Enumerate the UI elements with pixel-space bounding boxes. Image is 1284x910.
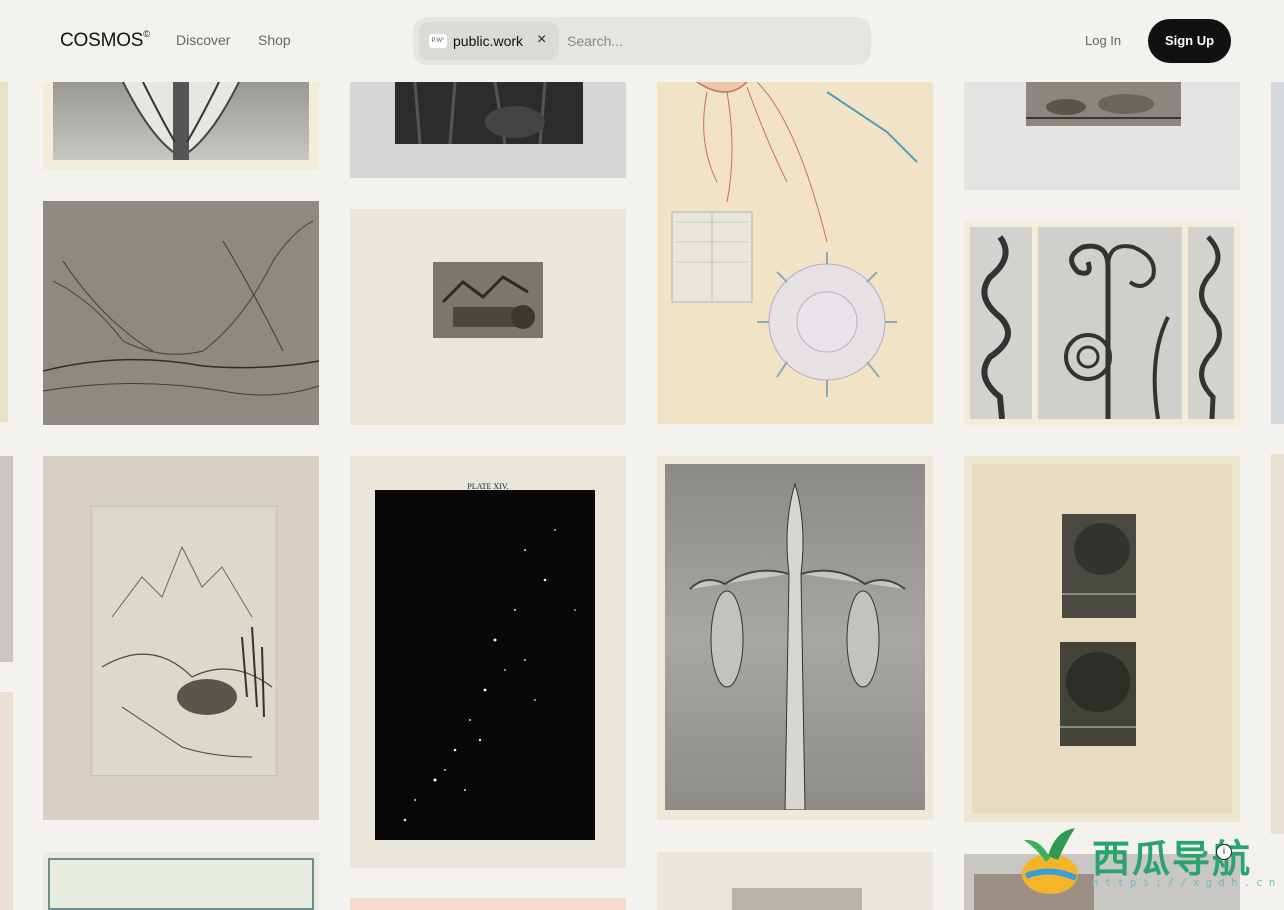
close-icon[interactable]: ×	[537, 31, 546, 49]
spiral-center-image	[1064, 243, 1170, 420]
cosmos-logo[interactable]: COSMOS©	[60, 29, 150, 52]
watermelon-logo-icon	[1022, 828, 1078, 894]
jellyfish-image	[671, 82, 918, 397]
bud-image	[689, 482, 906, 811]
artwork-card[interactable]	[43, 852, 319, 910]
nav-discover[interactable]: Discover	[176, 32, 230, 48]
bulb-image	[122, 82, 240, 160]
artwork-jellyfish-illustration[interactable]	[657, 82, 933, 424]
star-field-image	[403, 529, 576, 822]
forest-image	[413, 82, 547, 145]
artwork-star-plate[interactable]: PLATE XIV.	[350, 456, 626, 868]
spiral-right-image	[1199, 235, 1222, 420]
artwork-landscape-etching-small[interactable]	[964, 82, 1240, 190]
artwork-ruins-etching[interactable]	[350, 209, 626, 425]
artwork-plant-bud-photo[interactable]	[657, 456, 933, 820]
artwork-forest-etching[interactable]	[350, 82, 626, 178]
login-link[interactable]: Log In	[1085, 33, 1121, 48]
ruins-image	[433, 262, 543, 338]
spiral-left-image	[981, 235, 1011, 420]
nav-shop[interactable]: Shop	[258, 32, 291, 48]
watermark-url: https://xgdh.cn	[1092, 876, 1282, 889]
watermark-overlay: 西瓜导航 https://xgdh.cn i	[1020, 822, 1275, 902]
artwork-card[interactable]	[1271, 454, 1284, 834]
plate-caption: PLATE XIV.	[467, 482, 509, 491]
artwork-botanical-bulb-photo[interactable]	[43, 82, 319, 170]
public-work-icon: P.W°	[429, 34, 447, 48]
landscape-etching-bottom	[1060, 642, 1136, 746]
search-bar[interactable]: P.W° public.work ×	[413, 17, 871, 65]
landscape-small-image	[1026, 94, 1181, 119]
top-header: COSMOS© Discover Shop P.W° public.work ×…	[0, 0, 1284, 82]
source-filter-chip[interactable]: P.W° public.work ×	[419, 22, 559, 60]
search-input[interactable]	[567, 29, 857, 53]
artwork-mountain-valley-sketch[interactable]	[43, 201, 319, 425]
info-icon[interactable]: i	[1216, 844, 1232, 860]
artwork-card[interactable]	[0, 82, 8, 422]
signup-button[interactable]: Sign Up	[1148, 19, 1231, 63]
valley-sketch-image	[43, 220, 319, 396]
alpine-image	[101, 545, 273, 758]
artwork-card[interactable]	[657, 852, 933, 910]
landscape-etching-top	[1062, 514, 1136, 618]
artwork-tendril-spirals-photo[interactable]	[964, 221, 1240, 425]
chip-label: public.work	[453, 33, 524, 49]
artwork-alpine-etching[interactable]	[43, 456, 319, 820]
artwork-card[interactable]	[350, 898, 626, 910]
artwork-card[interactable]	[0, 456, 13, 662]
artwork-card[interactable]	[1271, 82, 1284, 424]
artwork-two-landscape-etchings[interactable]	[964, 456, 1240, 822]
artwork-card[interactable]	[0, 692, 13, 910]
